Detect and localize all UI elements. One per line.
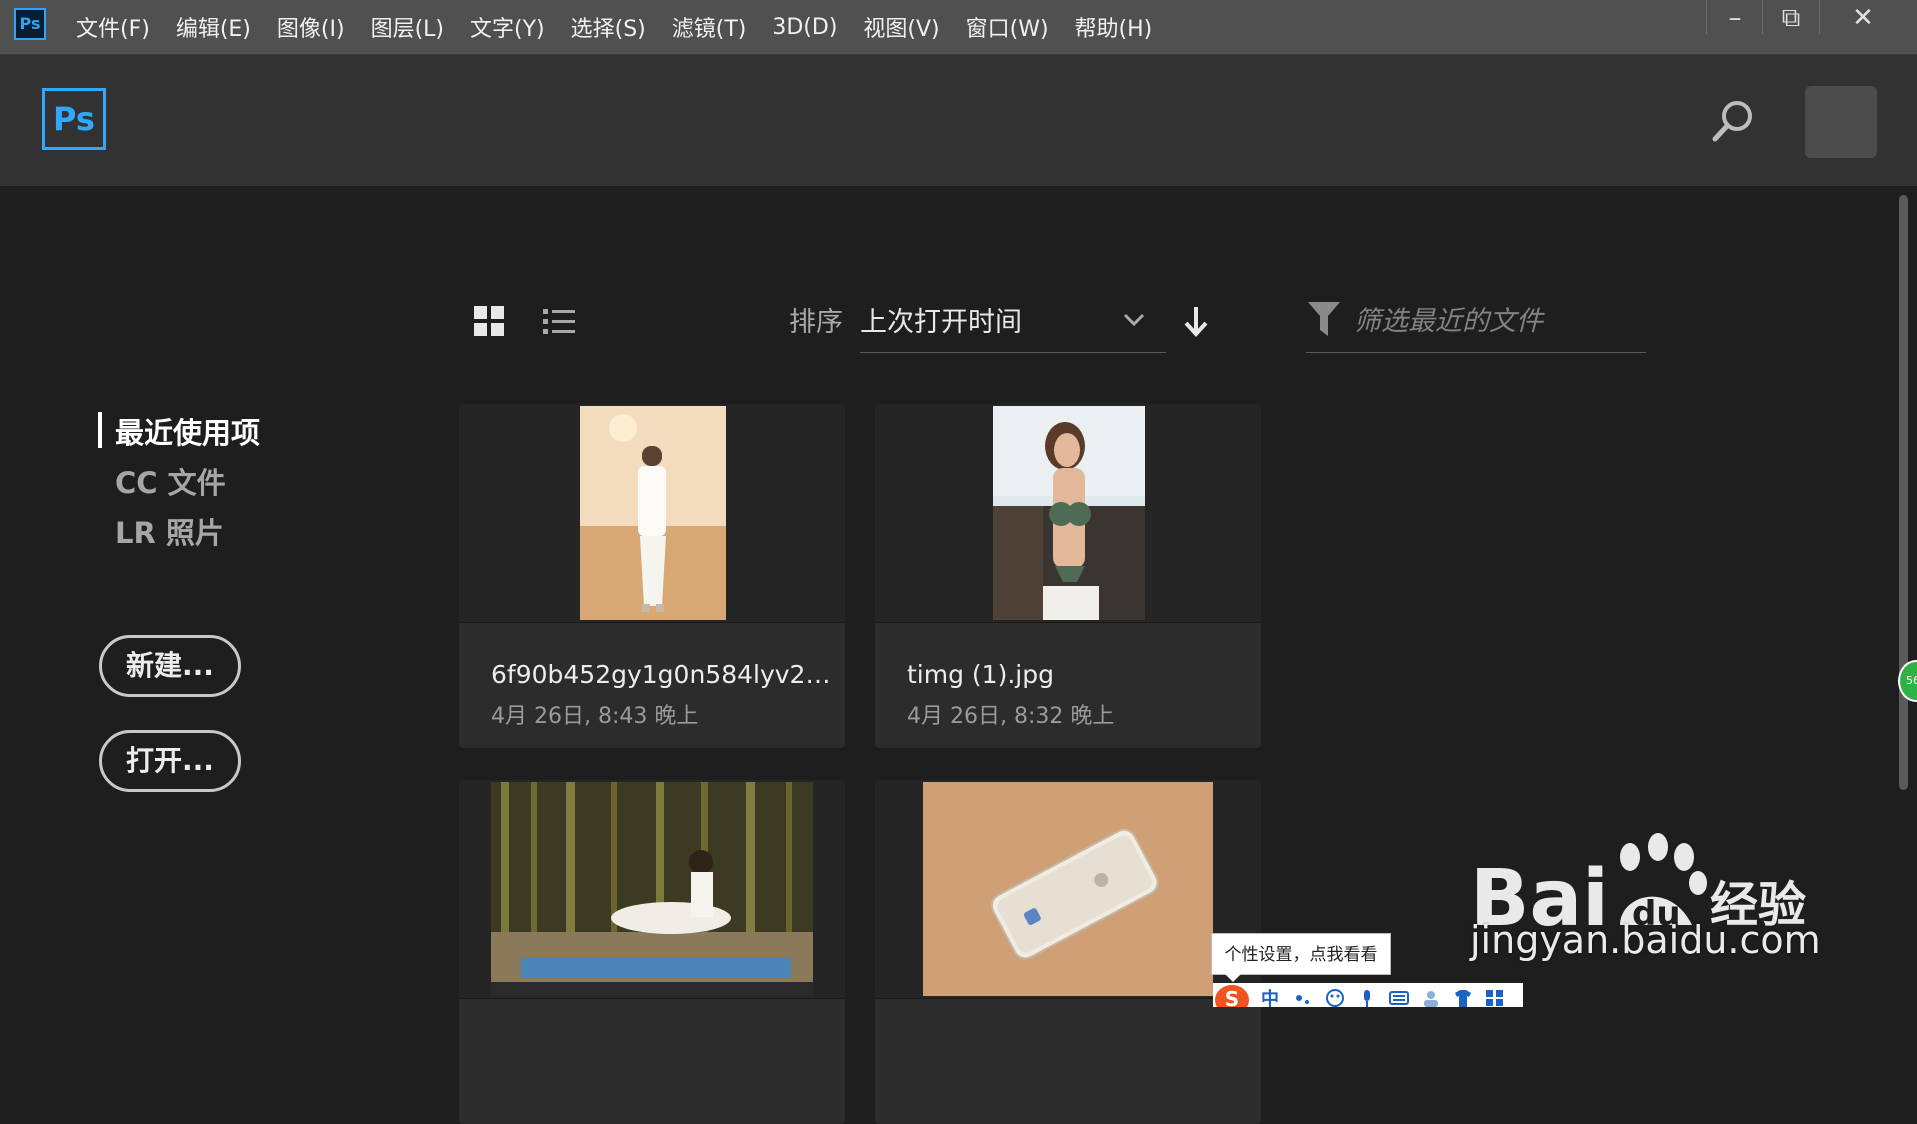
home-header bbox=[0, 55, 1917, 186]
thumbnail-area bbox=[459, 404, 845, 623]
sort-label: 排序 bbox=[789, 307, 843, 338]
file-date: 4月 26日, 8:43 晚上 bbox=[491, 704, 699, 729]
filter-icon bbox=[1308, 302, 1340, 336]
file-thumbnail bbox=[923, 782, 1213, 996]
menu-view[interactable]: 视图(V) bbox=[863, 11, 939, 43]
menu-help[interactable]: 帮助(H) bbox=[1075, 11, 1153, 43]
ime-mode-toggle[interactable]: 中 bbox=[1261, 985, 1279, 1007]
filter-input[interactable] bbox=[1354, 300, 1644, 342]
scrollbar[interactable] bbox=[1899, 195, 1908, 790]
menu-list: 文件(F) 编辑(E) 图像(I) 图层(L) 文字(Y) 选择(S) 滤镜(T… bbox=[76, 0, 1178, 54]
sogou-logo-icon[interactable]: S bbox=[1215, 985, 1249, 1007]
toolbox-grid-icon[interactable] bbox=[1485, 989, 1505, 1007]
list-view-icon[interactable] bbox=[543, 308, 575, 336]
new-button[interactable]: 新建... bbox=[99, 635, 241, 697]
user-icon[interactable] bbox=[1421, 989, 1441, 1007]
active-nav-indicator bbox=[98, 412, 102, 448]
restore-button[interactable]: ⧉ bbox=[1763, 0, 1819, 34]
file-thumbnail bbox=[491, 782, 813, 996]
menu-3d[interactable]: 3D(D) bbox=[772, 15, 837, 40]
file-card[interactable] bbox=[875, 780, 1261, 1124]
thumbnail-area bbox=[875, 780, 1261, 999]
sort-dropdown-value: 上次打开时间 bbox=[860, 307, 1022, 338]
skin-shirt-icon[interactable] bbox=[1453, 989, 1473, 1007]
open-button[interactable]: 打开... bbox=[99, 730, 241, 792]
window-controls-divider bbox=[1819, 0, 1820, 34]
ime-toolbar: S 中 bbox=[1213, 983, 1523, 1007]
app-icon[interactable]: Ps bbox=[14, 8, 46, 40]
tooltip-arrow bbox=[1225, 974, 1241, 982]
emoji-icon[interactable] bbox=[1325, 989, 1345, 1007]
menu-type[interactable]: 文字(Y) bbox=[470, 11, 545, 43]
keyboard-icon[interactable] bbox=[1389, 989, 1409, 1007]
file-card[interactable]: timg (1).jpg 4月 26日, 8:32 晚上 bbox=[875, 404, 1261, 748]
file-thumbnail bbox=[993, 406, 1145, 620]
filter-field bbox=[1306, 296, 1646, 353]
sidebar-item-cc-files[interactable]: CC 文件 bbox=[115, 460, 226, 502]
ime-tooltip: 个性设置，点我看看 bbox=[1211, 933, 1391, 975]
baidu-watermark-url: jingyan.baidu.com bbox=[1470, 918, 1821, 962]
file-card[interactable]: 6f90b452gy1g0n584lyv2j20u01hc7f4.jpg 4月 … bbox=[459, 404, 845, 748]
search-icon[interactable] bbox=[1710, 98, 1756, 144]
file-thumbnail bbox=[580, 406, 726, 620]
grid-view-icon[interactable] bbox=[474, 306, 504, 336]
chevron-down-icon bbox=[1123, 313, 1145, 327]
thumbnail-area bbox=[459, 780, 845, 999]
file-name: timg (1).jpg bbox=[907, 660, 1054, 689]
menu-select[interactable]: 选择(S) bbox=[571, 11, 646, 43]
menu-window[interactable]: 窗口(W) bbox=[966, 11, 1049, 43]
menu-image[interactable]: 图像(I) bbox=[277, 11, 345, 43]
avatar[interactable] bbox=[1805, 86, 1877, 158]
sort-dropdown[interactable]: 上次打开时间 bbox=[860, 296, 1166, 353]
file-name: 6f90b452gy1g0n584lyv2j20u01hc7f4.jpg bbox=[491, 660, 831, 689]
menu-filter[interactable]: 滤镜(T) bbox=[672, 11, 747, 43]
photoshop-logo: Ps bbox=[42, 88, 106, 150]
close-button[interactable]: ✕ bbox=[1832, 0, 1894, 34]
sidebar-item-lr-photos[interactable]: LR 照片 bbox=[115, 510, 224, 552]
file-date: 4月 26日, 8:32 晚上 bbox=[907, 704, 1115, 729]
punctuation-icon[interactable] bbox=[1293, 989, 1313, 1007]
microphone-icon[interactable] bbox=[1357, 989, 1377, 1007]
sort-descending-icon[interactable] bbox=[1182, 305, 1210, 339]
menu-edit[interactable]: 编辑(E) bbox=[176, 11, 251, 43]
file-card[interactable] bbox=[459, 780, 845, 1124]
minimize-button[interactable]: – bbox=[1707, 0, 1763, 34]
menu-file[interactable]: 文件(F) bbox=[76, 11, 150, 43]
thumbnail-area bbox=[875, 404, 1261, 623]
sidebar-item-recent[interactable]: 最近使用项 bbox=[115, 410, 260, 452]
menu-layer[interactable]: 图层(L) bbox=[371, 11, 444, 43]
